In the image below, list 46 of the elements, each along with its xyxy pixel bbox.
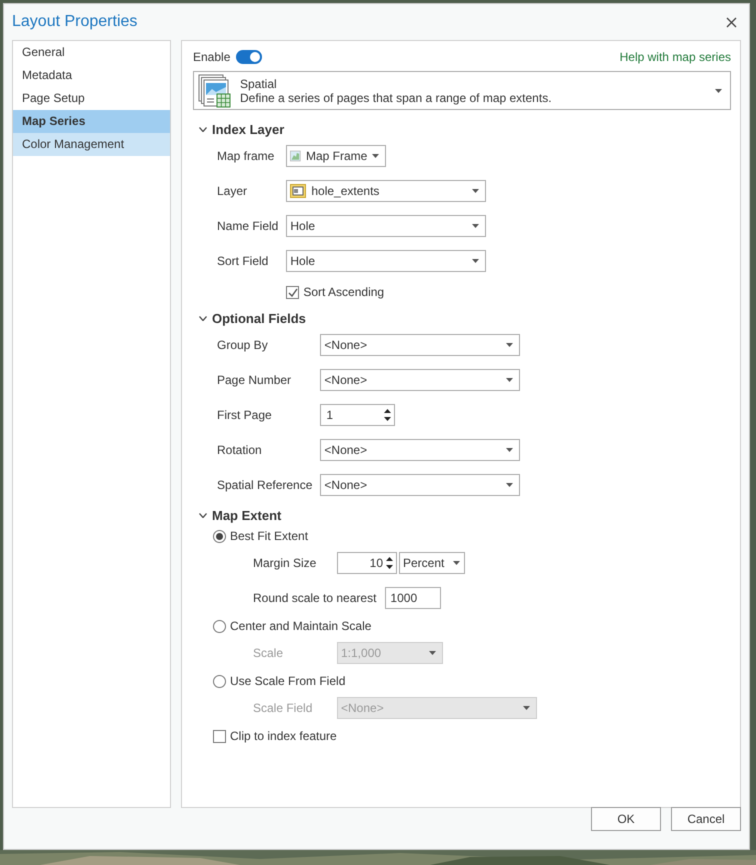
checkbox-label[interactable]: Sort Ascending (303, 285, 384, 299)
section-title: Optional Fields (212, 311, 306, 326)
dialog-button[interactable]: Cancel (671, 807, 741, 831)
field-label: Name Field (217, 219, 278, 233)
radio-label[interactable]: Center and Maintain Scale (230, 619, 372, 633)
section-title: Map Extent (212, 508, 282, 523)
sidebar-item[interactable]: Metadata (13, 64, 170, 87)
number-spinner[interactable]: 10 (337, 552, 397, 574)
field-label: Scale Field (253, 701, 314, 715)
dropdown[interactable]: Hole (286, 215, 486, 237)
checkbox-label[interactable]: Clip to index feature (230, 729, 337, 743)
dropdown[interactable]: <None> (320, 334, 520, 356)
section-title: Index Layer (212, 122, 284, 137)
field-label: Layer (217, 184, 248, 198)
field-label: Map frame (217, 149, 276, 163)
window-title: Layout Properties (12, 13, 138, 31)
radio-label[interactable]: Best Fit Extent (230, 529, 308, 543)
sidebar-item[interactable]: Page Setup (13, 87, 170, 110)
radio-label[interactable]: Use Scale From Field (230, 674, 346, 688)
toggle-label: Enable (193, 50, 230, 64)
field-label: Scale (253, 646, 284, 660)
sidebar-item[interactable]: Color Management (13, 133, 170, 156)
unit-dropdown[interactable]: Percent (399, 552, 465, 574)
field-label: Spatial Reference (217, 478, 312, 492)
number-spinner[interactable]: 1 (320, 404, 396, 426)
field-label: Group By (217, 338, 269, 352)
field-label: Rotation (217, 443, 263, 457)
series-type-dropdown[interactable]: Spatial Define a series of pages that span a range of map extents. (193, 71, 731, 110)
field-label: Page Number (217, 373, 292, 387)
dropdown[interactable]: <None> (320, 369, 520, 391)
field-label: Sort Field (217, 254, 270, 268)
dropdown[interactable]: Hole (286, 250, 486, 272)
sidebar-item[interactable]: Map Series (13, 110, 170, 133)
input-field[interactable]: 1000 (385, 587, 442, 609)
dropdown[interactable]: <None> (320, 474, 520, 496)
map-frame-dropdown[interactable]: Map Frame (286, 145, 386, 167)
series-type-title: Spatial (240, 76, 278, 90)
dropdown[interactable]: <None> (320, 439, 520, 461)
series-type-description: Define a series of pages that span a range of map extents. (240, 90, 553, 104)
layer-dropdown[interactable]: hole_extents (286, 180, 486, 202)
field-label: Margin Size (253, 556, 318, 570)
help-link[interactable]: Help with map series (620, 50, 731, 64)
field-label: Round scale to nearest (253, 591, 376, 605)
sidebar-item[interactable]: General (13, 41, 170, 64)
field-label: First Page (217, 408, 273, 422)
dialog-button[interactable]: OK (591, 807, 661, 831)
